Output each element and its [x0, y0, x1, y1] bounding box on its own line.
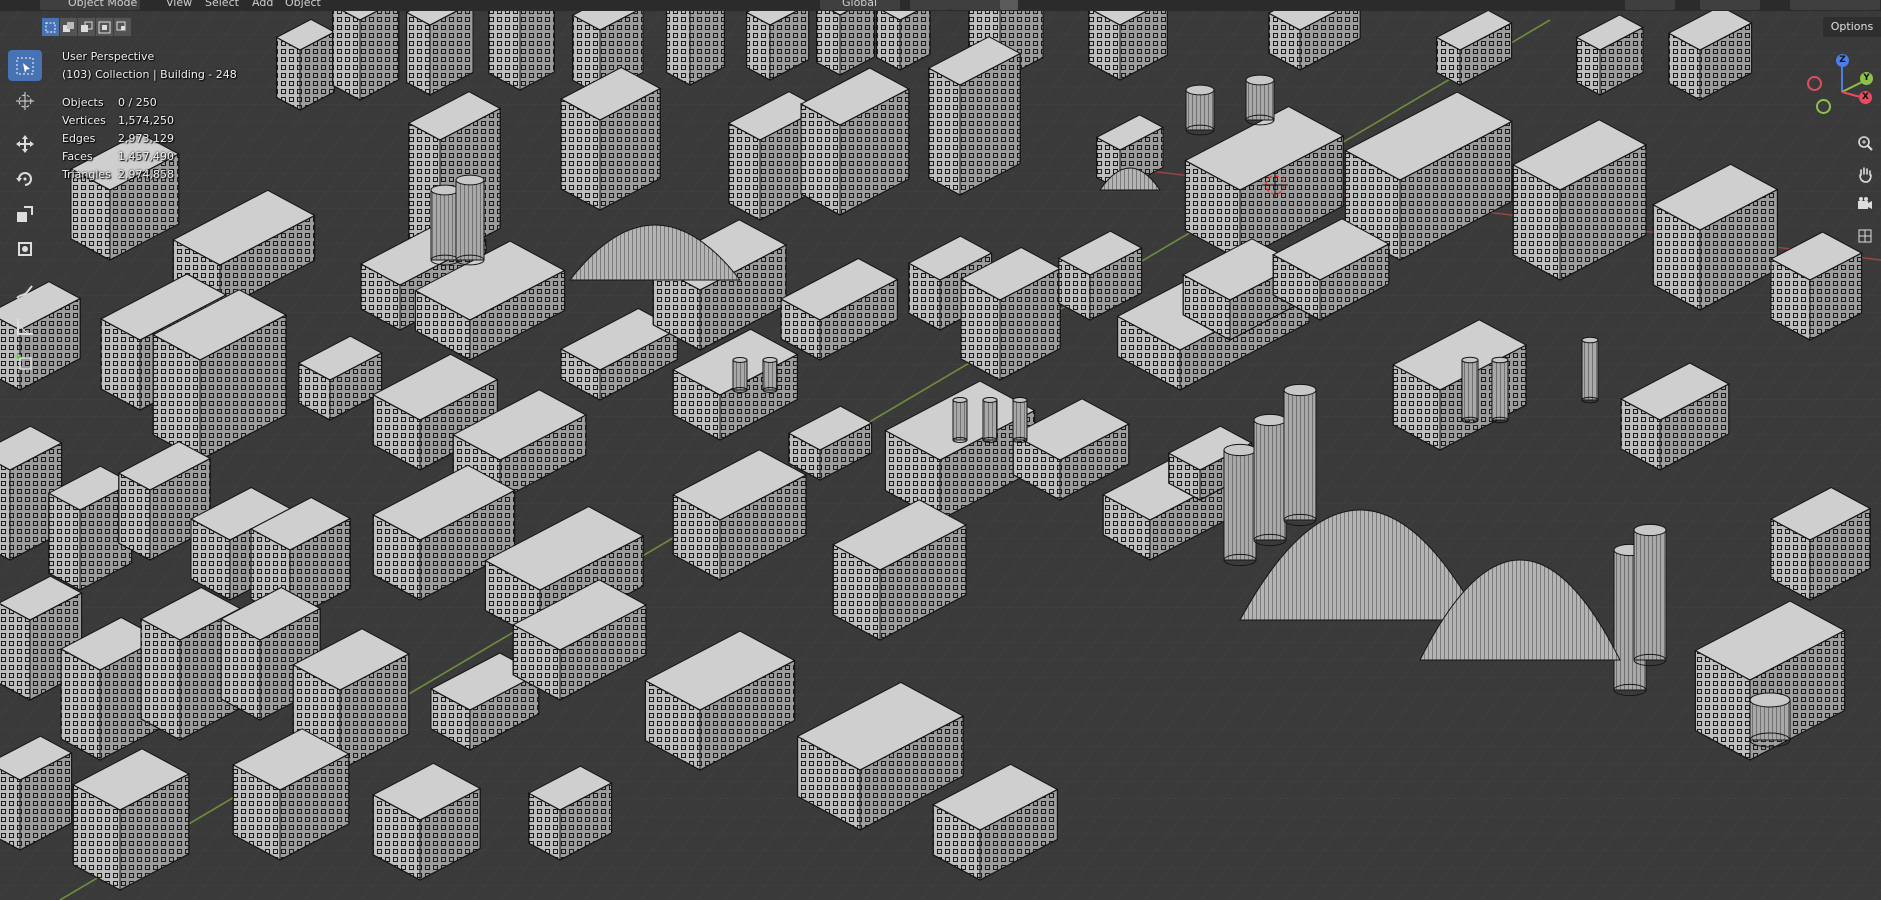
visibility-selector[interactable] — [1625, 0, 1675, 10]
stat-label: Faces — [62, 150, 93, 163]
viewport-header: Object Mode View Select Add Object Globa… — [0, 0, 1881, 11]
measure-icon[interactable] — [8, 311, 42, 342]
move-icon[interactable] — [8, 128, 42, 159]
stat-row: Edges 2,973,129 — [62, 130, 237, 148]
proportional-edit-toggle[interactable] — [1000, 0, 1018, 10]
gizmo-x-icon[interactable]: X — [1859, 91, 1872, 104]
stat-value: 1,574,250 — [118, 114, 174, 127]
menu-view[interactable]: View — [166, 0, 192, 9]
select-new-icon[interactable] — [42, 18, 59, 36]
navigation-gizmo[interactable]: Z Y X — [1800, 52, 1881, 132]
chimney-tower — [1581, 336, 1599, 404]
orientation-label: Global — [842, 0, 878, 9]
chimney-tower — [732, 357, 748, 393]
chimney-tower — [1461, 356, 1479, 424]
add-cube-icon[interactable] — [8, 346, 42, 377]
stat-value: 1,457,490 — [118, 150, 174, 163]
select-extend-icon[interactable] — [60, 18, 77, 36]
tool-shelf — [8, 50, 42, 381]
gizmo-neg-y-icon[interactable] — [1816, 99, 1831, 114]
chimney-tower — [1491, 356, 1509, 424]
chimney-tower — [1749, 692, 1791, 748]
stat-label: Vertices — [62, 114, 106, 127]
shading-mode-buttons[interactable] — [1790, 0, 1880, 10]
stat-value: 2,974,858 — [118, 168, 174, 181]
camera-icon[interactable] — [1854, 193, 1876, 215]
menu-select[interactable]: Select — [205, 0, 239, 9]
select-subtract-icon[interactable] — [78, 18, 95, 36]
chimney-tower — [1283, 383, 1317, 527]
building — [275, 18, 336, 111]
menu-add[interactable]: Add — [252, 0, 273, 9]
gizmo-y-icon[interactable]: Y — [1860, 72, 1873, 85]
stat-row: Triangles 2,974,858 — [62, 166, 237, 184]
pan-hand-icon[interactable] — [1854, 164, 1876, 186]
grid-view-icon[interactable] — [1854, 225, 1876, 247]
gizmo-neg-x-icon[interactable] — [1807, 76, 1822, 91]
rotate-icon[interactable] — [8, 163, 42, 194]
gizmo-overlay-toggles[interactable] — [1700, 0, 1760, 10]
selection-mode-group — [42, 18, 131, 37]
select-invert-icon[interactable] — [96, 18, 113, 36]
stat-row: Faces 1,457,490 — [62, 148, 237, 166]
chimney-tower — [455, 174, 485, 266]
stat-value: 0 / 250 — [118, 96, 157, 109]
chimney-tower — [762, 357, 778, 393]
chimney-tower — [1223, 443, 1257, 567]
mode-label: Object Mode — [68, 0, 138, 9]
options-button[interactable]: Options — [1823, 17, 1881, 37]
select-box-icon[interactable] — [8, 50, 42, 81]
building — [331, 0, 400, 101]
annotate-icon[interactable] — [8, 276, 42, 307]
cursor-icon[interactable] — [8, 85, 42, 116]
blender-3d-viewport-window: Object Mode View Select Add Object Globa… — [0, 0, 1881, 900]
stat-row: Objects 0 / 250 — [62, 94, 237, 112]
stat-label: Triangles — [62, 168, 111, 181]
scene-statistics: Objects 0 / 250 Vertices 1,574,250 Edges 2,… — [62, 94, 237, 184]
menu-object[interactable]: Object — [285, 0, 321, 9]
chimney-tower — [1012, 397, 1028, 443]
viewport-info-overlay: User Perspective (103) Collection | Buil… — [62, 48, 237, 184]
chimney-tower — [1253, 413, 1287, 547]
select-intersect-icon[interactable] — [114, 18, 131, 36]
gizmo-z-icon[interactable]: Z — [1836, 54, 1849, 67]
chimney-tower — [430, 184, 460, 266]
stat-row: Vertices 1,574,250 — [62, 112, 237, 130]
scale-icon[interactable] — [8, 198, 42, 229]
3d-viewport[interactable] — [0, 0, 1881, 900]
zoom-icon[interactable] — [1854, 132, 1876, 154]
collection-text: (103) Collection | Building - 248 — [62, 68, 237, 81]
building — [488, 0, 555, 91]
chimney-tower — [952, 397, 968, 443]
transform-icon[interactable] — [8, 233, 42, 264]
chimney-tower — [982, 397, 998, 443]
chimney-tower — [1245, 74, 1275, 126]
chimney-tower — [1633, 523, 1667, 667]
view-name-text: User Perspective — [62, 50, 155, 63]
pivot-selector[interactable] — [910, 0, 950, 10]
chimney-tower — [1185, 84, 1215, 136]
stat-value: 2,973,129 — [118, 132, 174, 145]
stat-label: Objects — [62, 96, 104, 109]
stat-label: Edges — [62, 132, 96, 145]
